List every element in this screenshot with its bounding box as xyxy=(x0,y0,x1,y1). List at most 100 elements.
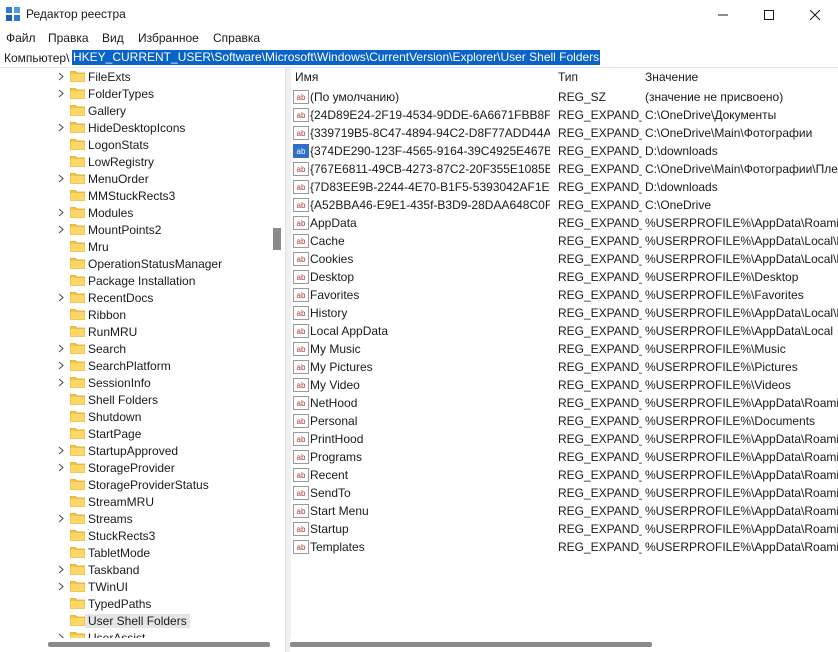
tree-item[interactable]: Ribbon xyxy=(0,306,270,323)
value-row[interactable]: ab {767E6811-49CB-4273-87C2-20F355E1085B}… xyxy=(290,160,838,178)
tree-item[interactable]: Shutdown xyxy=(0,408,270,425)
value-row[interactable]: ab SendTo REG_EXPAND_...%USERPROFILE%\AppD… xyxy=(290,484,838,502)
tree-item[interactable]: StuckRects3 xyxy=(0,527,270,544)
list-horizontal-scroll-thumb[interactable] xyxy=(290,642,652,647)
menu-view[interactable]: Вид xyxy=(102,31,124,45)
tree-item[interactable]: Modules xyxy=(0,204,270,221)
value-row[interactable]: ab My Video REG_EXPAND_...%USERPROFILE%\Vi… xyxy=(290,376,838,394)
value-row[interactable]: ab AppData REG_EXPAND_...%USERPROFILE%\App… xyxy=(290,214,838,232)
value-row[interactable]: ab Cookies REG_EXPAND_...%USERPROFILE%\App… xyxy=(290,250,838,268)
minimize-button[interactable] xyxy=(700,0,746,29)
tree-item[interactable]: RecentDocs xyxy=(0,289,270,306)
tree-item[interactable]: OperationStatusManager xyxy=(0,255,270,272)
close-button[interactable] xyxy=(792,0,838,29)
chevron-right-icon[interactable] xyxy=(57,361,65,370)
column-header-data[interactable]: Значение xyxy=(645,70,698,84)
chevron-right-icon[interactable] xyxy=(57,89,65,98)
tree-horizontal-scroll-thumb[interactable] xyxy=(48,642,270,647)
values-list[interactable]: Имя Тип Значение ab (По умолчанию) REG_SZ (… xyxy=(290,68,838,652)
value-row[interactable]: ab PrintHood REG_EXPAND_...%USERPROFILE%\A… xyxy=(290,430,838,448)
tree-item[interactable]: HideDesktopIcons xyxy=(0,119,270,136)
maximize-button[interactable] xyxy=(746,0,792,29)
tree-item[interactable]: User Shell Folders xyxy=(0,612,270,629)
tree-vertical-scroll-thumb[interactable] xyxy=(273,228,281,250)
chevron-right-icon[interactable] xyxy=(57,446,65,455)
value-row[interactable]: ab Local AppData REG_EXPAND_...%USERPROFIL… xyxy=(290,322,838,340)
chevron-right-icon[interactable] xyxy=(57,225,65,234)
chevron-right-icon[interactable] xyxy=(57,208,65,217)
tree-item[interactable]: RunMRU xyxy=(0,323,270,340)
tree-item[interactable]: Streams xyxy=(0,510,270,527)
tree-item[interactable]: Search xyxy=(0,340,270,357)
tree-item[interactable]: Taskband xyxy=(0,561,270,578)
tree-item[interactable]: StartupApproved xyxy=(0,442,270,459)
menu-favorites[interactable]: Избранное xyxy=(138,31,199,45)
value-row[interactable]: ab {374DE290-123F-4565-9164-39C4925E467B}… xyxy=(290,142,838,160)
tree-item[interactable]: TabletMode xyxy=(0,544,270,561)
tree-item[interactable]: FileExts xyxy=(0,68,270,85)
tree-item[interactable]: MenuOrder xyxy=(0,170,270,187)
chevron-right-icon[interactable] xyxy=(57,72,65,81)
value-row[interactable]: ab My Music REG_EXPAND_...%USERPROFILE%\Mu… xyxy=(290,340,838,358)
value-type: REG_EXPAND_... xyxy=(558,378,642,392)
tree-item[interactable]: SearchPlatform xyxy=(0,357,270,374)
tree-vertical-scrollbar[interactable] xyxy=(270,68,285,638)
value-row[interactable]: ab Desktop REG_EXPAND_...%USERPROFILE%\Des… xyxy=(290,268,838,286)
column-header-name[interactable]: Имя xyxy=(295,70,318,84)
menu-help[interactable]: Справка xyxy=(213,31,260,45)
column-header-type[interactable]: Тип xyxy=(558,70,578,84)
tree-item[interactable]: StorageProviderStatus xyxy=(0,476,270,493)
value-row[interactable]: ab Personal REG_EXPAND_...%USERPROFILE%\Do… xyxy=(290,412,838,430)
tree-item[interactable]: MountPoints2 xyxy=(0,221,270,238)
tree-item[interactable]: Shell Folders xyxy=(0,391,270,408)
tree-item[interactable]: StreamMRU xyxy=(0,493,270,510)
value-row[interactable]: ab Favorites REG_EXPAND_...%USERPROFILE%\F… xyxy=(290,286,838,304)
value-row[interactable]: ab Templates REG_EXPAND_...%USERPROFILE%\A… xyxy=(290,538,838,556)
value-row[interactable]: ab {A52BBA46-E9E1-435f-B3D9-28DAA648C0F6}… xyxy=(290,196,838,214)
chevron-right-icon[interactable] xyxy=(57,514,65,523)
key-tree[interactable]: FileExts FolderTypes Gallery HideDesktopIco… xyxy=(0,68,285,652)
tree-item[interactable]: StartPage xyxy=(0,425,270,442)
tree-item-label: OperationStatusManager xyxy=(88,257,223,271)
address-path[interactable]: HKEY_CURRENT_USER\Software\Microsoft\Win… xyxy=(72,50,601,65)
chevron-right-icon[interactable] xyxy=(57,293,65,302)
tree-item[interactable]: FolderTypes xyxy=(0,85,270,102)
value-row[interactable]: ab {339719B5-8C47-4894-94C2-D8F77ADD44A..… xyxy=(290,124,838,142)
value-row[interactable]: ab NetHood REG_EXPAND_...%USERPROFILE%\App… xyxy=(290,394,838,412)
chevron-right-icon[interactable] xyxy=(57,378,65,387)
chevron-right-icon[interactable] xyxy=(57,582,65,591)
tree-item[interactable]: TWinUI xyxy=(0,578,270,595)
value-row[interactable]: ab Programs REG_EXPAND_...%USERPROFILE%\Ap… xyxy=(290,448,838,466)
value-row[interactable]: ab Start Menu REG_EXPAND_...%USERPROFILE%\… xyxy=(290,502,838,520)
menu-file[interactable]: Файл xyxy=(6,31,36,45)
tree-item[interactable]: LowRegistry xyxy=(0,153,270,170)
chevron-right-icon[interactable] xyxy=(57,344,65,353)
chevron-right-icon[interactable] xyxy=(57,123,65,132)
value-row[interactable]: ab My Pictures REG_EXPAND_...%USERPROFILE%… xyxy=(290,358,838,376)
value-row[interactable]: ab Startup REG_EXPAND_...%USERPROFILE%\App… xyxy=(290,520,838,538)
tree-item[interactable]: Mru xyxy=(0,238,270,255)
value-row[interactable]: ab Recent REG_EXPAND_...%USERPROFILE%\AppD… xyxy=(290,466,838,484)
tree-item[interactable]: Gallery xyxy=(0,102,270,119)
address-bar[interactable]: Компьютер\ HKEY_CURRENT_USER\Software\Mi… xyxy=(0,49,838,68)
value-row[interactable]: ab {7D83EE9B-2244-4E70-B1F5-5393042AF1E4}… xyxy=(290,178,838,196)
chevron-right-icon[interactable] xyxy=(57,565,65,574)
tree-item[interactable]: StorageProvider xyxy=(0,459,270,476)
tree-item[interactable]: LogonStats xyxy=(0,136,270,153)
folder-icon xyxy=(70,309,85,320)
value-row[interactable]: ab Cache REG_EXPAND_...%USERPROFILE%\AppDa… xyxy=(290,232,838,250)
menu-edit[interactable]: Правка xyxy=(48,31,89,45)
list-horizontal-scrollbar[interactable] xyxy=(290,638,838,652)
value-name: Personal xyxy=(310,414,358,428)
tree-item[interactable]: TypedPaths xyxy=(0,595,270,612)
value-row[interactable]: ab History REG_EXPAND_...%USERPROFILE%\App… xyxy=(290,304,838,322)
tree-item[interactable]: MMStuckRects3 xyxy=(0,187,270,204)
value-row[interactable]: ab (По умолчанию) REG_SZ (значение не присв… xyxy=(290,88,838,106)
tree-item[interactable]: SessionInfo xyxy=(0,374,270,391)
folder-icon xyxy=(70,292,85,303)
chevron-right-icon[interactable] xyxy=(57,463,65,472)
chevron-right-icon[interactable] xyxy=(57,174,65,183)
tree-item[interactable]: Package Installation xyxy=(0,272,270,289)
value-row[interactable]: ab {24D89E24-2F19-4534-9DDE-6A6671FBB8FE}… xyxy=(290,106,838,124)
tree-horizontal-scrollbar[interactable] xyxy=(0,638,285,652)
